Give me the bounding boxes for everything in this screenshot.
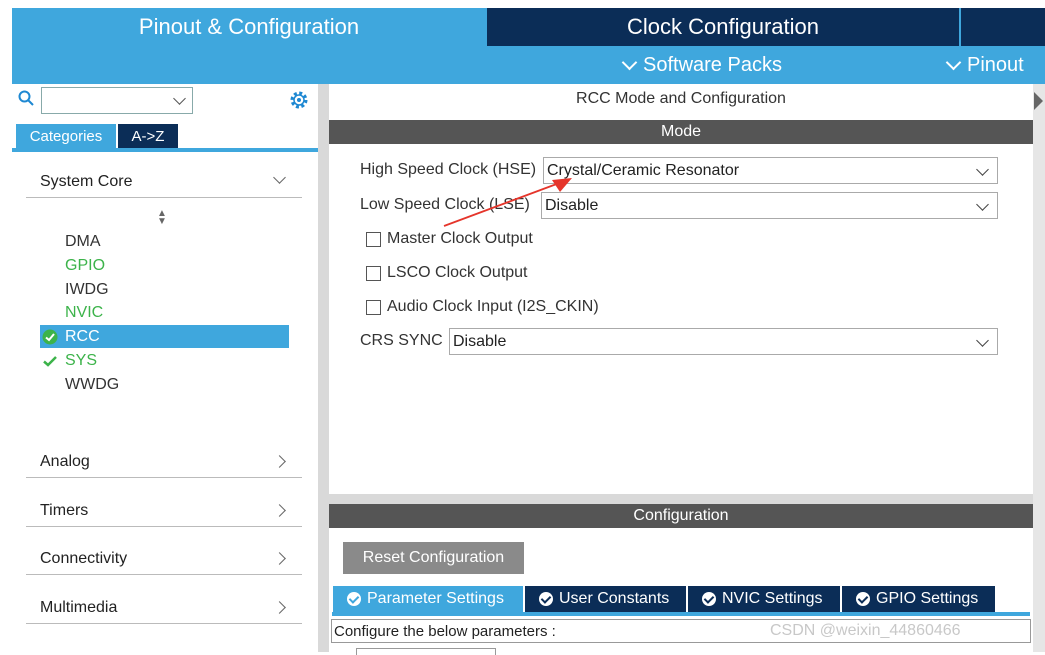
search-input[interactable] [41,87,193,114]
tab-nvic-settings[interactable]: NVIC Settings [688,586,840,612]
chevron-down-icon [976,163,989,176]
category-connectivity[interactable]: Connectivity [26,543,302,575]
chevron-right-icon [273,552,286,565]
checkmark-icon [43,356,57,367]
pinout-menu[interactable]: Pinout [945,46,1024,84]
tab-label: User Constants [559,590,670,607]
chevron-down-icon [945,54,962,70]
configuration-section-header: Configuration [329,504,1033,528]
check-circle-icon [42,329,58,345]
checkbox-label: LSCO Clock Output [387,264,528,281]
check-icon [539,592,553,606]
master-clock-output-checkbox[interactable] [366,231,381,247]
crs-sync-value: Disable [453,332,507,350]
master-clock-output-option[interactable]: Master Clock Output [366,228,533,250]
watermark: CSDN @weixin_44860466 [770,622,961,639]
tab-clock-configuration[interactable]: Clock Configuration [487,8,959,46]
peripheral-iwdg[interactable]: IWDG [40,278,289,301]
tab-underline [12,148,318,152]
category-analog[interactable]: Analog [26,446,302,478]
peripheral-dma[interactable]: DMA [40,230,289,253]
peripheral-rcc[interactable]: RCC [40,325,289,348]
tab-user-constants[interactable]: User Constants [525,586,686,612]
software-packs-menu[interactable]: Software Packs [621,46,782,84]
scrollbar[interactable] [1033,84,1045,652]
chevron-right-icon [273,455,286,468]
search-icon[interactable] [18,90,34,106]
mode-section-header: Mode [329,120,1033,144]
category-system-core[interactable]: System Core [26,166,302,198]
tab-underline [332,612,1030,616]
lsco-clock-output-checkbox[interactable] [366,265,381,281]
tab-gpio-settings[interactable]: GPIO Settings [842,586,995,612]
gear-icon[interactable] [288,89,310,111]
sort-icon[interactable]: ▲ ▼ [157,209,167,227]
chevron-down-icon [621,54,638,70]
tab-label: Parameter Settings [367,590,504,607]
tab-label: GPIO Settings [876,590,979,607]
category-timers[interactable]: Timers [26,495,302,527]
tab-label: NVIC Settings [722,590,823,607]
panel-title: RCC Mode and Configuration [576,90,786,107]
crs-sync-label: CRS SYNC [360,332,443,349]
category-label: Connectivity [40,549,128,567]
checkbox-label: Master Clock Output [387,230,533,247]
tab-parameter-settings[interactable]: Parameter Settings [333,586,523,612]
tab-more[interactable] [960,8,1045,46]
hse-select[interactable]: Crystal/Ceramic Resonator [543,157,998,184]
crs-sync-select[interactable]: Disable [449,328,998,355]
audio-clock-input-option[interactable]: Audio Clock Input (I2S_CKIN) [366,296,599,318]
check-icon [347,592,361,606]
pinout-label: Pinout [967,53,1024,76]
chevron-right-icon [273,601,286,614]
chevron-down-icon [976,198,989,211]
tab-categories[interactable]: Categories [16,124,116,148]
peripheral-label: IWDG [65,280,109,298]
chevron-down-icon [273,171,286,184]
tab-a-to-z[interactable]: A->Z [118,124,178,148]
checkbox-label: Audio Clock Input (I2S_CKIN) [387,298,599,315]
reset-configuration-button[interactable]: Reset Configuration [343,542,524,574]
lsco-clock-output-option[interactable]: LSCO Clock Output [366,262,528,284]
peripheral-label: SYS [65,351,98,369]
annotation-arrow [443,178,572,227]
peripheral-nvic[interactable]: NVIC [40,301,289,324]
tab-pinout-configuration[interactable]: Pinout & Configuration [12,8,486,46]
peripheral-label: GPIO [65,256,106,274]
category-label: Analog [40,452,90,470]
chevron-down-icon [976,334,989,347]
peripheral-gpio[interactable]: GPIO [40,254,289,277]
category-label: System Core [40,172,133,190]
category-multimedia[interactable]: Multimedia [26,592,302,624]
peripheral-label: RCC [65,327,100,345]
check-icon [702,592,716,606]
category-label: Multimedia [40,598,118,616]
category-label: Timers [40,501,89,519]
lse-select[interactable]: Disable [541,192,998,219]
audio-clock-input-checkbox[interactable] [366,299,381,315]
chevron-right-icon [273,504,286,517]
scroll-arrow-icon[interactable] [1034,92,1043,110]
peripheral-sys[interactable]: SYS [40,349,289,372]
peripheral-label: DMA [65,232,101,250]
check-icon [856,592,870,606]
mode-panel [329,84,1033,494]
peripheral-wwdg[interactable]: WWDG [40,373,289,396]
software-packs-label: Software Packs [643,53,782,76]
peripheral-label: NVIC [65,303,104,321]
peripheral-label: WWDG [65,375,120,393]
